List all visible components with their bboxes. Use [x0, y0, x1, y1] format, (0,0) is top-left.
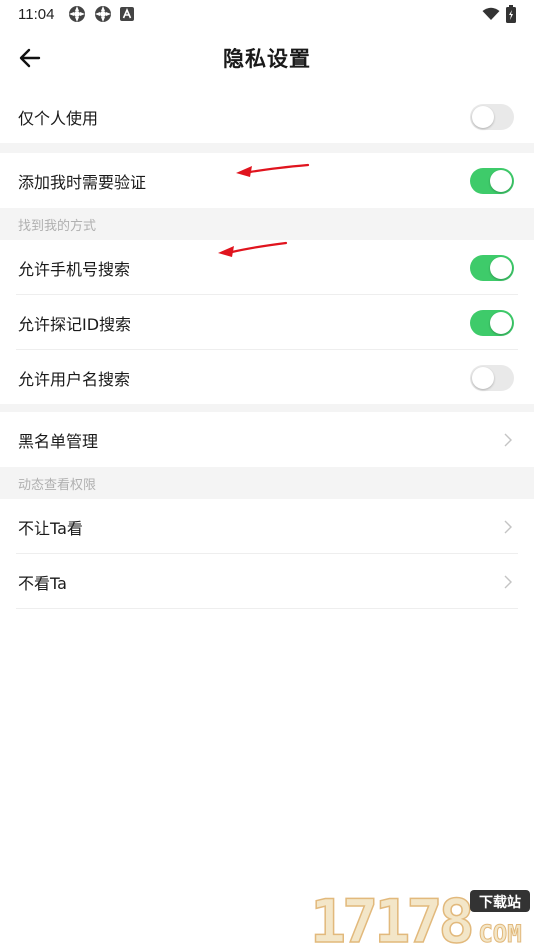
- section-gap: [0, 143, 534, 153]
- section-title: 找到我的方式: [18, 218, 97, 234]
- row-label: 允许探记ID搜索: [18, 314, 132, 334]
- row-label: 仅个人使用: [18, 108, 99, 128]
- annotation-arrow-icon: [236, 163, 310, 177]
- row-label: 允许用户名搜索: [18, 369, 131, 389]
- status-left-icons: [68, 5, 135, 23]
- svg-text:17178: 17178: [310, 887, 471, 950]
- section-title: 动态查看权限: [18, 477, 97, 493]
- status-time: 11:04: [18, 5, 55, 23]
- page-title: 隐私设置: [223, 47, 311, 71]
- watermark-digits: 17178: [309, 886, 476, 950]
- row-blacklist[interactable]: 黑名单管理: [0, 412, 534, 467]
- chevron-right-icon: [502, 432, 514, 448]
- wifi-icon: [482, 7, 500, 20]
- section-gap: [0, 404, 534, 412]
- toggle-allow-id-search[interactable]: [470, 309, 514, 336]
- title-bar: 隐私设置: [0, 28, 534, 88]
- toggle-only-personal-use[interactable]: [470, 103, 514, 130]
- row-label: 允许手机号搜索: [18, 259, 131, 279]
- row-label: 添加我时需要验证: [18, 172, 147, 192]
- battery-charging-icon: [506, 5, 516, 23]
- watermark-logo: 17178 下载站 COM: [308, 886, 534, 950]
- toggle-require-verification[interactable]: [470, 167, 514, 194]
- toggle-allow-phone-search[interactable]: [470, 254, 514, 281]
- annotation-arrow-icon: [218, 241, 288, 257]
- row-only-personal-use[interactable]: 仅个人使用: [0, 89, 534, 144]
- row-label: 不看Ta: [18, 573, 67, 593]
- row-not-view[interactable]: 不看Ta: [0, 554, 534, 609]
- settings-gear-icon: [95, 6, 112, 22]
- watermark-badge: 下载站: [479, 894, 521, 911]
- section-header-find-me: 找到我的方式: [0, 208, 534, 240]
- status-right-icons: [482, 5, 516, 23]
- toggle-allow-username-search[interactable]: [470, 364, 514, 391]
- row-label: 黑名单管理: [18, 431, 99, 451]
- arrow-left-icon: [19, 48, 41, 68]
- back-button[interactable]: [16, 44, 44, 72]
- chevron-right-icon: [502, 519, 514, 535]
- row-allow-id-search[interactable]: 允许探记ID搜索: [0, 295, 534, 350]
- section-header-moments-permission: 动态查看权限: [0, 467, 534, 499]
- watermark-domain: COM: [478, 920, 521, 948]
- status-bar: 11:04: [0, 0, 534, 28]
- row-allow-username-search[interactable]: 允许用户名搜索: [0, 350, 534, 405]
- row-label: 不让Ta看: [18, 518, 83, 538]
- accessibility-a-icon: [120, 7, 135, 21]
- row-hide-from[interactable]: 不让Ta看: [0, 499, 534, 554]
- settings-gear-icon: [69, 6, 86, 22]
- chevron-right-icon: [502, 574, 514, 590]
